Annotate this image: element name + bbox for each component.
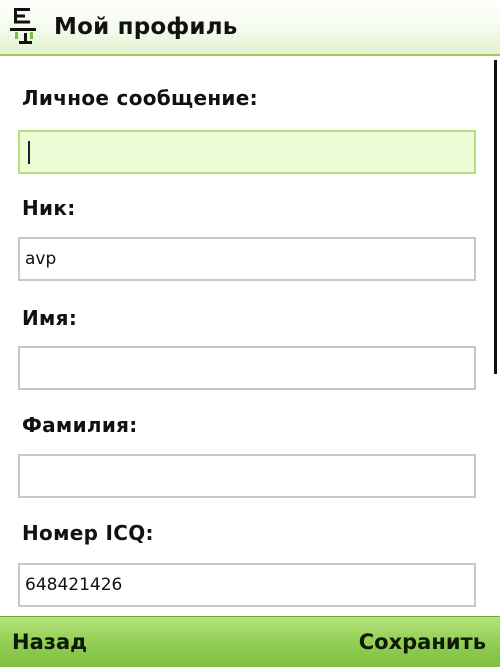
- last-name-label: Фамилия:: [22, 413, 138, 437]
- personal-message-field[interactable]: [18, 130, 476, 174]
- nick-field[interactable]: avp: [18, 237, 476, 281]
- back-button[interactable]: Назад: [12, 630, 87, 654]
- scrollbar[interactable]: [492, 60, 500, 616]
- text-cursor: [28, 141, 30, 164]
- profile-form: Личное сообщение: Ник: avp Имя: Фамилия:…: [0, 56, 500, 616]
- save-button[interactable]: Сохранить: [359, 630, 486, 654]
- title-bar: Мой профиль: [0, 0, 500, 56]
- nick-label: Ник:: [22, 196, 76, 220]
- first-name-label: Имя:: [22, 306, 78, 330]
- page-title: Мой профиль: [54, 14, 238, 40]
- icq-number-label: Номер ICQ:: [22, 521, 154, 545]
- last-name-field[interactable]: [18, 454, 476, 498]
- scrollbar-thumb[interactable]: [494, 60, 497, 374]
- first-name-field[interactable]: [18, 346, 476, 390]
- softkey-bar: Назад Сохранить: [0, 616, 500, 667]
- personal-message-label: Личное сообщение:: [22, 86, 258, 110]
- icq-number-field[interactable]: 648421426: [18, 563, 476, 607]
- app-logo-icon: [10, 8, 36, 44]
